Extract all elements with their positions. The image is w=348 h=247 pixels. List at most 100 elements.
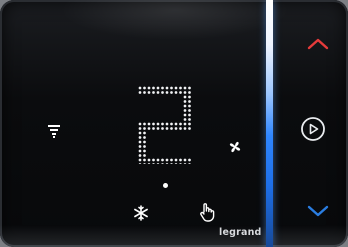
digit-dot (174, 163, 178, 164)
digit-dot (138, 145, 142, 148)
digit-dot (183, 158, 187, 162)
digit-dot (143, 145, 146, 148)
heating-icon (48, 125, 60, 138)
digit-dot (188, 86, 191, 90)
digit-dot (152, 158, 155, 162)
digit-dot (179, 86, 182, 90)
digit-dot (174, 86, 178, 90)
digit-dot (147, 158, 151, 162)
digit-dot (183, 104, 187, 108)
digit-dot (179, 158, 182, 162)
digit-dot (179, 91, 182, 94)
digit-dot (170, 158, 173, 162)
chevron-up-icon[interactable] (307, 37, 329, 51)
digit-dot (183, 95, 187, 99)
digit-dot (147, 86, 151, 90)
digit-dot (183, 113, 187, 117)
digit-dot (188, 91, 191, 94)
digit-dot (174, 127, 178, 130)
digit-dot (156, 163, 160, 164)
digit-dot (147, 122, 151, 126)
digit-dot (170, 91, 173, 94)
temperature-light-strip (266, 0, 273, 247)
digit-dot (147, 91, 151, 94)
digit-dot (188, 113, 191, 117)
digit-dot (161, 163, 164, 164)
digit-dot (143, 163, 146, 164)
digit-dot (161, 122, 164, 126)
digit-dot (138, 131, 142, 135)
digit-dot (165, 163, 169, 164)
digit-dot (170, 127, 173, 130)
digit-dot (138, 91, 142, 94)
digit-dot (156, 127, 160, 130)
digit-dot (152, 86, 155, 90)
digit-dot (188, 109, 191, 112)
digit-dot (152, 163, 155, 164)
digit-dot (183, 109, 187, 112)
digit-dot (152, 127, 155, 130)
digit-dot (165, 158, 169, 162)
digit-dot (147, 127, 151, 130)
screen-glare (60, 0, 290, 40)
digit-dot (183, 100, 187, 103)
digit-dot (183, 86, 187, 90)
play-circle-icon[interactable] (300, 116, 326, 142)
digit-dot (179, 122, 182, 126)
digit-dot (188, 104, 191, 108)
hand-icon (200, 203, 215, 222)
digit-dot (188, 163, 191, 164)
digit-dot (188, 118, 191, 121)
digit-dot (165, 91, 169, 94)
digit-dot (170, 122, 173, 126)
digit-dot (143, 91, 146, 94)
digit-dot (188, 100, 191, 103)
digit-dot (161, 91, 164, 94)
digit-dot (143, 131, 146, 135)
digit-dot (138, 140, 142, 144)
digit-dot (143, 158, 146, 162)
digit-dot (152, 91, 155, 94)
digit-dot (156, 86, 160, 90)
digit-dot (179, 127, 182, 130)
digit-dot (138, 127, 142, 130)
digit-dot (183, 91, 187, 94)
digit-dot (156, 122, 160, 126)
digit-dot (138, 154, 142, 157)
digit-dot (183, 163, 187, 164)
digit-dot (188, 122, 191, 126)
digit-dot (138, 158, 142, 162)
digit-dot (143, 86, 146, 90)
digit-dot (188, 127, 191, 130)
digit-dot (143, 127, 146, 130)
digit-dot (138, 86, 142, 90)
digit-dot (138, 163, 142, 164)
brand-logo: legrand (219, 227, 262, 238)
digit-dot (174, 91, 178, 94)
digit-dot (183, 122, 187, 126)
thermostat-panel: 2 legrand (0, 0, 348, 247)
bottom-shine (0, 225, 348, 247)
digit-dot (156, 91, 160, 94)
digit-dot (179, 163, 182, 164)
digit-dot (188, 158, 191, 162)
digit-dot (165, 127, 169, 130)
digit-dot (143, 122, 146, 126)
digit-dot (165, 122, 169, 126)
digit-dot (138, 122, 142, 126)
snowflake-icon (134, 205, 148, 221)
digit-dot (174, 122, 178, 126)
digit-dot (183, 127, 187, 130)
digit-dot (156, 158, 160, 162)
chevron-down-icon[interactable] (307, 204, 329, 218)
digit-dot (138, 149, 142, 153)
digit-dot (143, 140, 146, 144)
fan-icon (229, 141, 241, 153)
digit-dot (165, 86, 169, 90)
digit-dot (143, 154, 146, 157)
page-dot (163, 183, 168, 188)
digit-dot (143, 136, 146, 139)
digit-dot (170, 86, 173, 90)
digit-dot (170, 163, 173, 164)
digit-dot (143, 149, 146, 153)
